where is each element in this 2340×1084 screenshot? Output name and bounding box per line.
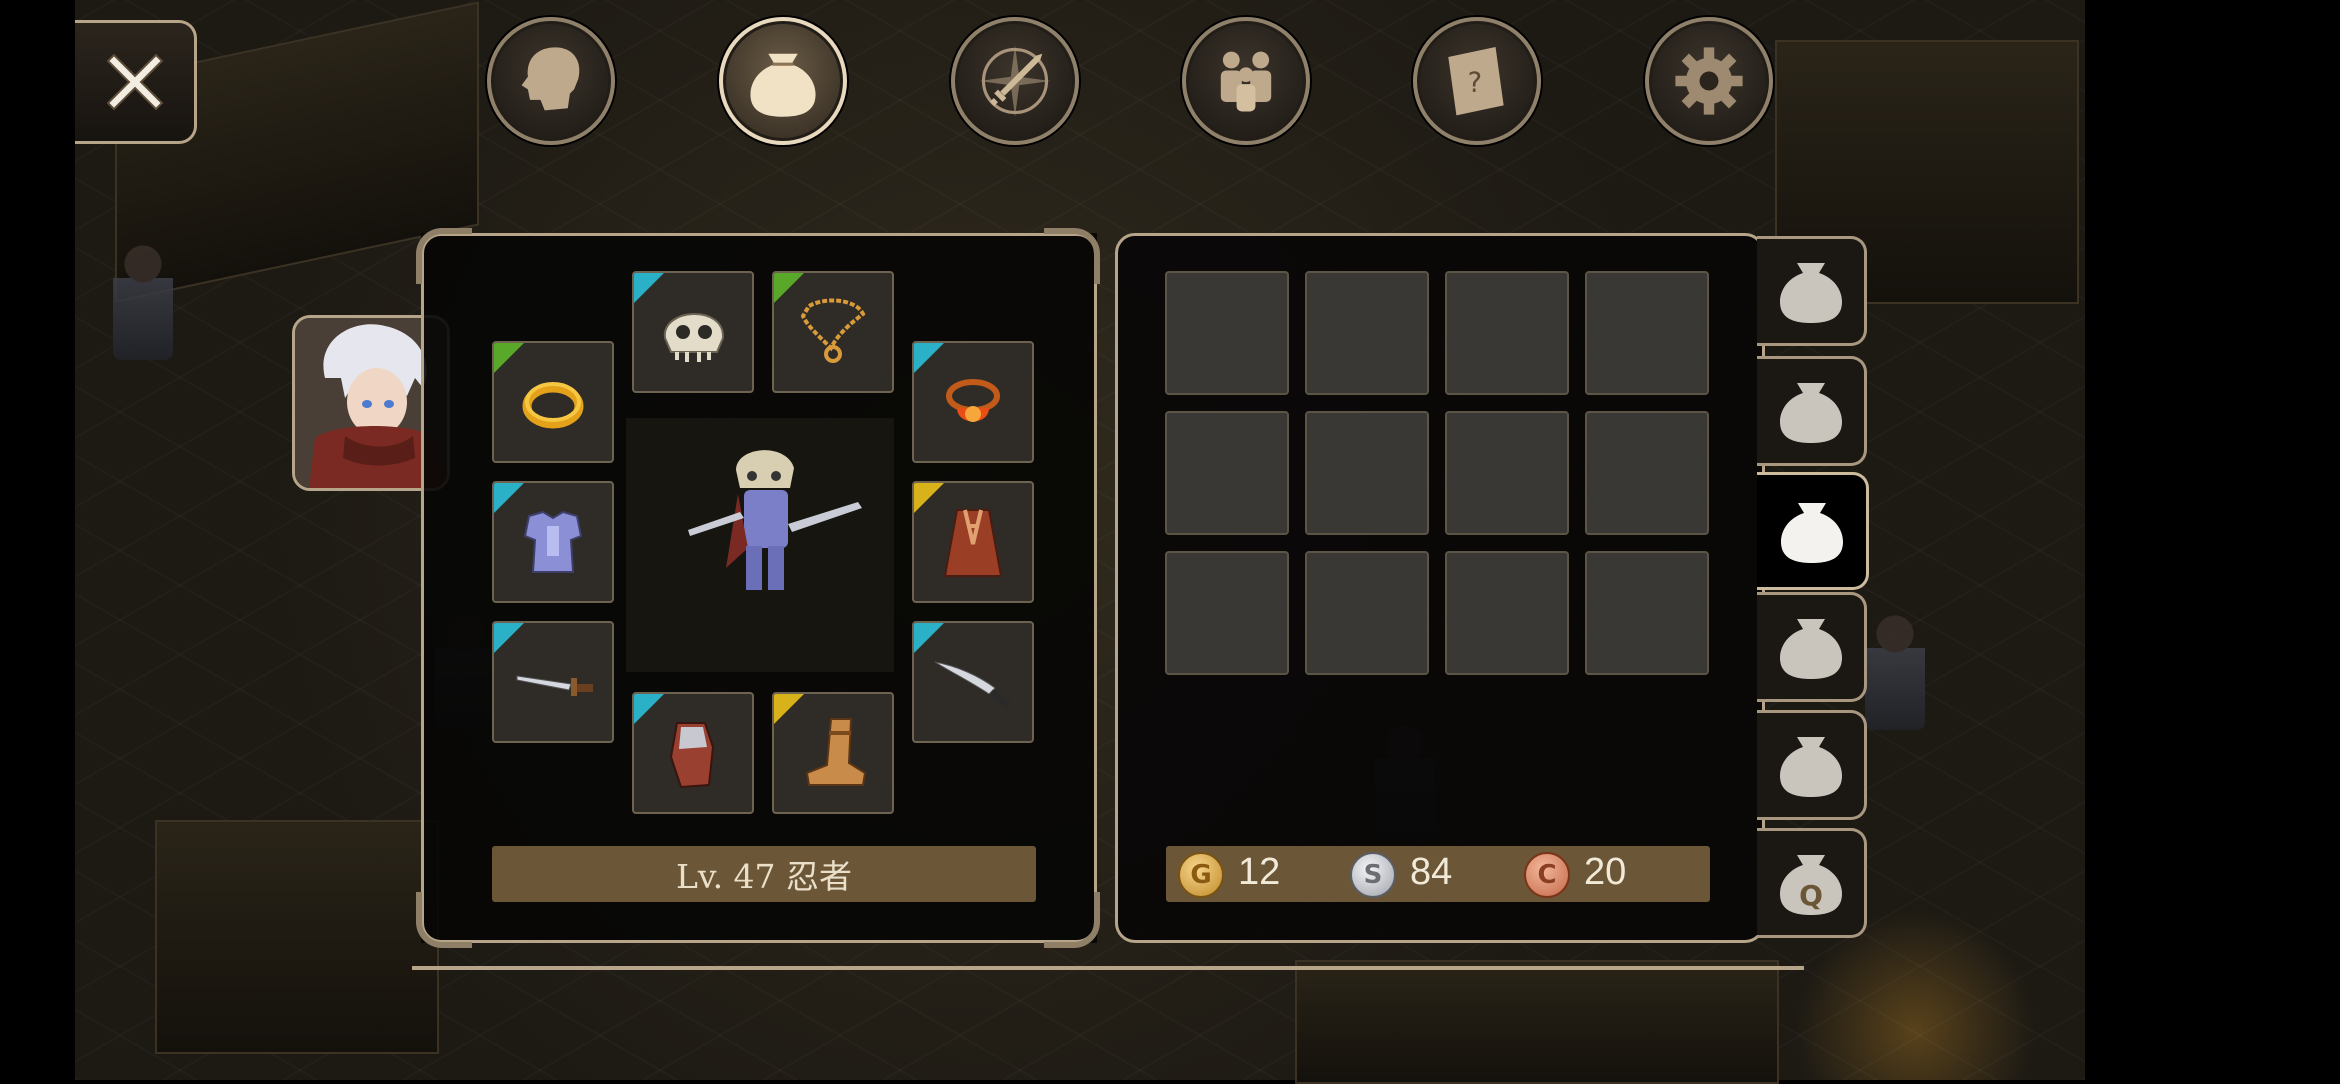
close-button[interactable] — [75, 20, 197, 144]
rarity-marker — [914, 343, 944, 373]
rarity-marker — [774, 273, 804, 303]
equip-slot-off-weapon[interactable] — [912, 621, 1034, 743]
tab-quests[interactable]: ? — [1413, 17, 1541, 145]
wall-block — [1295, 960, 1779, 1084]
bag-icon — [1779, 383, 1842, 443]
inventory-slot[interactable] — [1585, 271, 1709, 395]
inventory-slot[interactable] — [1305, 411, 1429, 535]
silver-coin-icon: S — [1350, 852, 1396, 898]
equip-slot-cloak[interactable] — [912, 481, 1034, 603]
bag-icon — [1779, 263, 1842, 323]
wall-block — [155, 820, 439, 1054]
gold-amount: 12 — [1238, 851, 1281, 893]
svg-text:?: ? — [1468, 68, 1483, 99]
money-bag-icon — [750, 53, 816, 117]
frame-corner — [1044, 892, 1100, 948]
bag-tab-5[interactable] — [1757, 710, 1867, 820]
close-icon — [106, 53, 163, 111]
equip-slot-helmet[interactable] — [632, 271, 754, 393]
equip-slot-ring-left[interactable] — [492, 341, 614, 463]
equip-slot-armor[interactable] — [492, 481, 614, 603]
rarity-marker — [494, 483, 524, 513]
bag-icon — [1780, 503, 1843, 563]
inventory-slot[interactable] — [1585, 411, 1709, 535]
rarity-marker — [634, 273, 664, 303]
rarity-marker — [494, 623, 524, 653]
tab-skills[interactable] — [951, 17, 1079, 145]
frame-corner — [1044, 228, 1100, 284]
bag-icon — [1779, 737, 1842, 797]
inventory-slot[interactable] — [1445, 271, 1569, 395]
copper-coin-icon: C — [1524, 852, 1570, 898]
inventory-slot[interactable] — [1305, 271, 1429, 395]
rarity-marker — [914, 483, 944, 513]
tab-inventory[interactable] — [719, 17, 847, 145]
tab-settings[interactable] — [1645, 17, 1773, 145]
inventory-slot[interactable] — [1445, 411, 1569, 535]
character-sprite — [688, 450, 862, 590]
bag-tab-3[interactable] — [1757, 472, 1869, 590]
scroll-question-icon: ? — [1448, 47, 1504, 116]
rarity-marker — [914, 623, 944, 653]
copper-amount: 20 — [1584, 851, 1627, 893]
bag-tab-1[interactable] — [1757, 236, 1867, 346]
people-icon — [1220, 51, 1272, 112]
rarity-marker — [634, 694, 664, 724]
npc-figure[interactable] — [113, 240, 173, 360]
equip-slot-boots[interactable] — [772, 692, 894, 814]
bag-tab-2[interactable] — [1757, 356, 1867, 466]
equip-slot-ring-right[interactable] — [912, 341, 1034, 463]
rarity-marker — [774, 694, 804, 724]
head-profile-icon — [521, 47, 580, 111]
panel-divider — [412, 966, 1804, 970]
equip-slot-gloves[interactable] — [632, 692, 754, 814]
bag-icon — [1779, 619, 1842, 679]
frame-corner — [416, 892, 472, 948]
inventory-slot[interactable] — [1445, 551, 1569, 675]
tab-party[interactable] — [1182, 17, 1310, 145]
npc-figure[interactable] — [1865, 610, 1925, 730]
quest-bag-icon: Q — [1779, 855, 1842, 915]
inventory-slot[interactable] — [1165, 551, 1289, 675]
quest-bag-label: Q — [1799, 879, 1823, 912]
sword-compass-icon — [979, 45, 1051, 117]
character-preview — [626, 418, 894, 672]
equip-slot-main-weapon[interactable] — [492, 621, 614, 743]
gold-coin-icon: G — [1178, 852, 1224, 898]
tab-character[interactable] — [487, 17, 615, 145]
inventory-slot[interactable] — [1585, 551, 1709, 675]
frame-corner — [416, 228, 472, 284]
inventory-slot[interactable] — [1165, 411, 1289, 535]
silver-amount: 84 — [1410, 851, 1453, 893]
level-class-label: Lv. 47 忍者 — [492, 846, 1036, 902]
gear-icon — [1675, 47, 1743, 115]
bag-tab-4[interactable] — [1757, 592, 1867, 702]
equip-slot-necklace[interactable] — [772, 271, 894, 393]
rarity-marker — [494, 343, 524, 373]
inventory-slot[interactable] — [1305, 551, 1429, 675]
currency-bar: G 12 S 84 C 20 — [1166, 846, 1710, 902]
inventory-slot[interactable] — [1165, 271, 1289, 395]
bag-tab-quest[interactable]: Q — [1757, 828, 1867, 938]
